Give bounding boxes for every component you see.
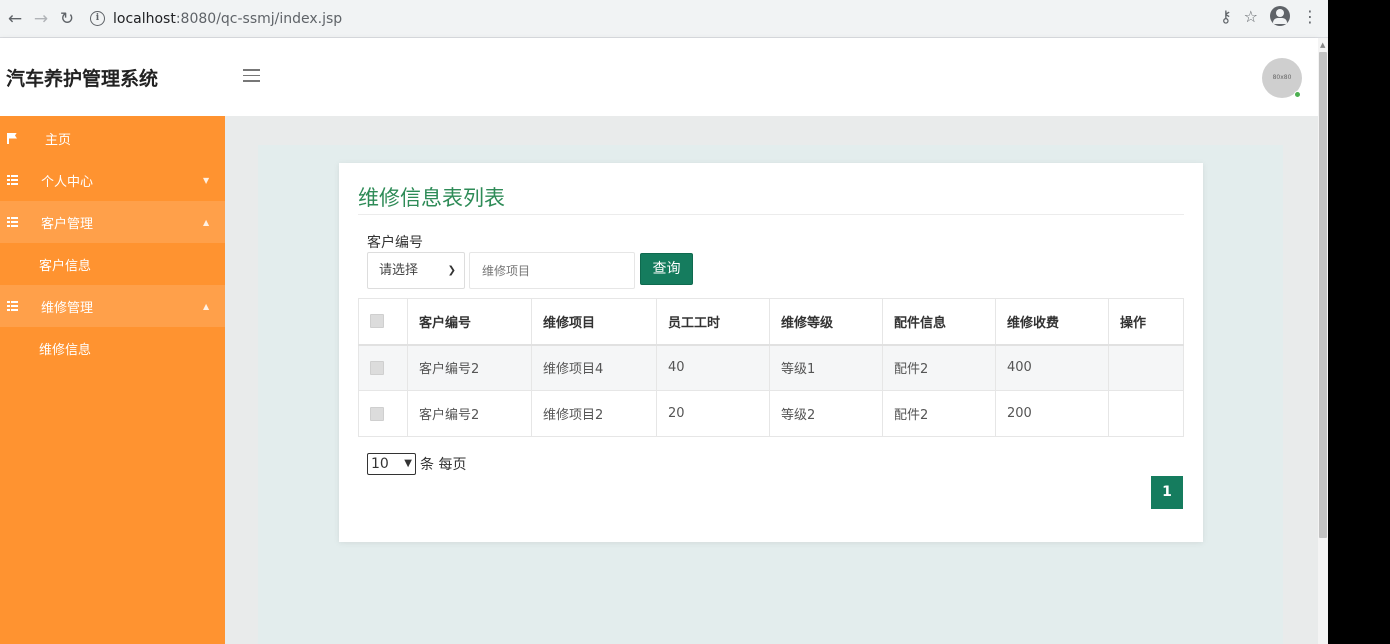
sidebar: 主页 个人中心 ▼ 客户管理 ▲ 客户信息 维修管理 ▲ 维修信息 (0, 116, 225, 644)
page-size-control: 10 ▼ 条 每页 (367, 453, 466, 475)
table-cell: 等级2 (769, 390, 883, 437)
column-header: 员工工时 (656, 298, 770, 346)
sidebar-item-personal-center[interactable]: 个人中心 ▼ (0, 159, 225, 201)
star-icon[interactable]: ☆ (1244, 7, 1258, 26)
column-header: 客户编号 (407, 298, 532, 346)
scroll-up-icon[interactable]: ▲ (1320, 41, 1325, 49)
row-checkbox[interactable] (370, 360, 384, 375)
app-header: 汽车养护管理系统 80x80 (0, 38, 1318, 116)
url-path: :8080/qc-ssmj/index.jsp (175, 10, 343, 27)
sidebar-item-customer-management[interactable]: 客户管理 ▲ (0, 201, 225, 243)
app-title: 汽车养护管理系统 (6, 68, 159, 90)
table-cell: 客户编号2 (407, 344, 532, 391)
table-cell: 维修项目2 (531, 390, 657, 437)
screen: ← → ↻ i localhost:8080/qc-ssmj/index.jsp… (0, 0, 1328, 644)
page-button-1[interactable]: 1 (1151, 476, 1183, 509)
page-size-suffix: 条 每页 (420, 457, 467, 473)
select-all-cell (358, 298, 408, 346)
sidebar-subitem-label: 维修信息 (39, 342, 92, 358)
row-select-cell (358, 390, 408, 437)
filter-label: 客户编号 (367, 235, 423, 251)
row-checkbox[interactable] (370, 406, 384, 421)
page-title: 维修信息表列表 (358, 186, 505, 210)
list-card: 维修信息表列表 客户编号 请选择 ❯ 查询 客户编号 维修项目 员工工时 维修等… (339, 163, 1203, 542)
sidebar-item-label: 个人中心 (41, 174, 94, 190)
flag-icon (7, 132, 17, 144)
grid-icon (7, 175, 18, 185)
reload-icon[interactable]: ↻ (54, 6, 80, 32)
hamburger-menu-icon[interactable] (243, 69, 260, 82)
sidebar-subitem-repair-info[interactable]: 维修信息 (0, 327, 225, 369)
chevron-down-icon: ▼ (203, 175, 210, 185)
actions-cell (1108, 344, 1184, 391)
forward-arrow-icon[interactable]: → (28, 6, 54, 32)
select-value: 请选择 (379, 263, 419, 278)
row-select-cell (358, 344, 408, 391)
chevron-down-icon: ▼ (404, 458, 412, 469)
scrollbar-thumb[interactable] (1319, 52, 1327, 538)
table-cell: 配件2 (882, 344, 996, 391)
offscreen-area (1328, 0, 1390, 644)
info-icon[interactable]: i (90, 11, 105, 26)
browser-actions: ⚷ ☆ ⋮ (1220, 6, 1318, 26)
sidebar-item-home[interactable]: 主页 (0, 117, 225, 159)
table-cell: 客户编号2 (407, 390, 532, 437)
table-row: 客户编号2 维修项目4 40 等级1 配件2 400 (358, 344, 1184, 391)
select-all-checkbox[interactable] (370, 314, 384, 329)
column-header: 维修收费 (995, 298, 1109, 346)
query-button[interactable]: 查询 (640, 253, 693, 285)
column-header: 维修等级 (769, 298, 883, 346)
sidebar-item-label: 客户管理 (41, 216, 94, 232)
sidebar-item-label: 维修管理 (41, 300, 94, 316)
page-size-value: 10 (371, 456, 389, 472)
table-cell: 200 (995, 390, 1109, 437)
online-status-dot (1294, 91, 1301, 98)
title-divider (358, 214, 1184, 215)
profile-icon[interactable] (1270, 6, 1290, 26)
column-header: 维修项目 (531, 298, 657, 346)
repair-table: 客户编号 维修项目 员工工时 维修等级 配件信息 维修收费 操作 客户编号2 维… (358, 298, 1184, 437)
sidebar-subitem-customer-info[interactable]: 客户信息 (0, 243, 225, 285)
chevron-down-icon: ❯ (447, 265, 456, 276)
customer-number-select[interactable]: 请选择 ❯ (367, 252, 465, 289)
back-arrow-icon[interactable]: ← (2, 6, 28, 32)
browser-toolbar: ← → ↻ i localhost:8080/qc-ssmj/index.jsp… (0, 0, 1328, 38)
repair-item-input[interactable] (469, 252, 635, 289)
table-cell: 20 (656, 390, 770, 437)
sidebar-item-label: 主页 (45, 132, 72, 148)
chevron-up-icon: ▲ (203, 301, 210, 311)
column-header: 操作 (1108, 298, 1184, 346)
table-cell: 400 (995, 344, 1109, 391)
kebab-menu-icon[interactable]: ⋮ (1302, 7, 1318, 26)
table-header-row: 客户编号 维修项目 员工工时 维修等级 配件信息 维修收费 操作 (358, 298, 1184, 346)
column-header: 配件信息 (882, 298, 996, 346)
table-cell: 40 (656, 344, 770, 391)
actions-cell (1108, 390, 1184, 437)
table-cell: 配件2 (882, 390, 996, 437)
key-icon[interactable]: ⚷ (1220, 7, 1232, 26)
grid-icon (7, 301, 18, 311)
url-host: localhost (113, 10, 176, 27)
table-cell: 等级1 (769, 344, 883, 391)
table-cell: 维修项目4 (531, 344, 657, 391)
chevron-up-icon: ▲ (203, 217, 210, 227)
page-size-select[interactable]: 10 ▼ (367, 453, 416, 475)
grid-icon (7, 217, 18, 227)
address-bar[interactable]: i localhost:8080/qc-ssmj/index.jsp (90, 5, 342, 33)
table-row: 客户编号2 维修项目2 20 等级2 配件2 200 (358, 390, 1184, 437)
sidebar-subitem-label: 客户信息 (39, 258, 92, 274)
sidebar-item-repair-management[interactable]: 维修管理 ▲ (0, 285, 225, 327)
